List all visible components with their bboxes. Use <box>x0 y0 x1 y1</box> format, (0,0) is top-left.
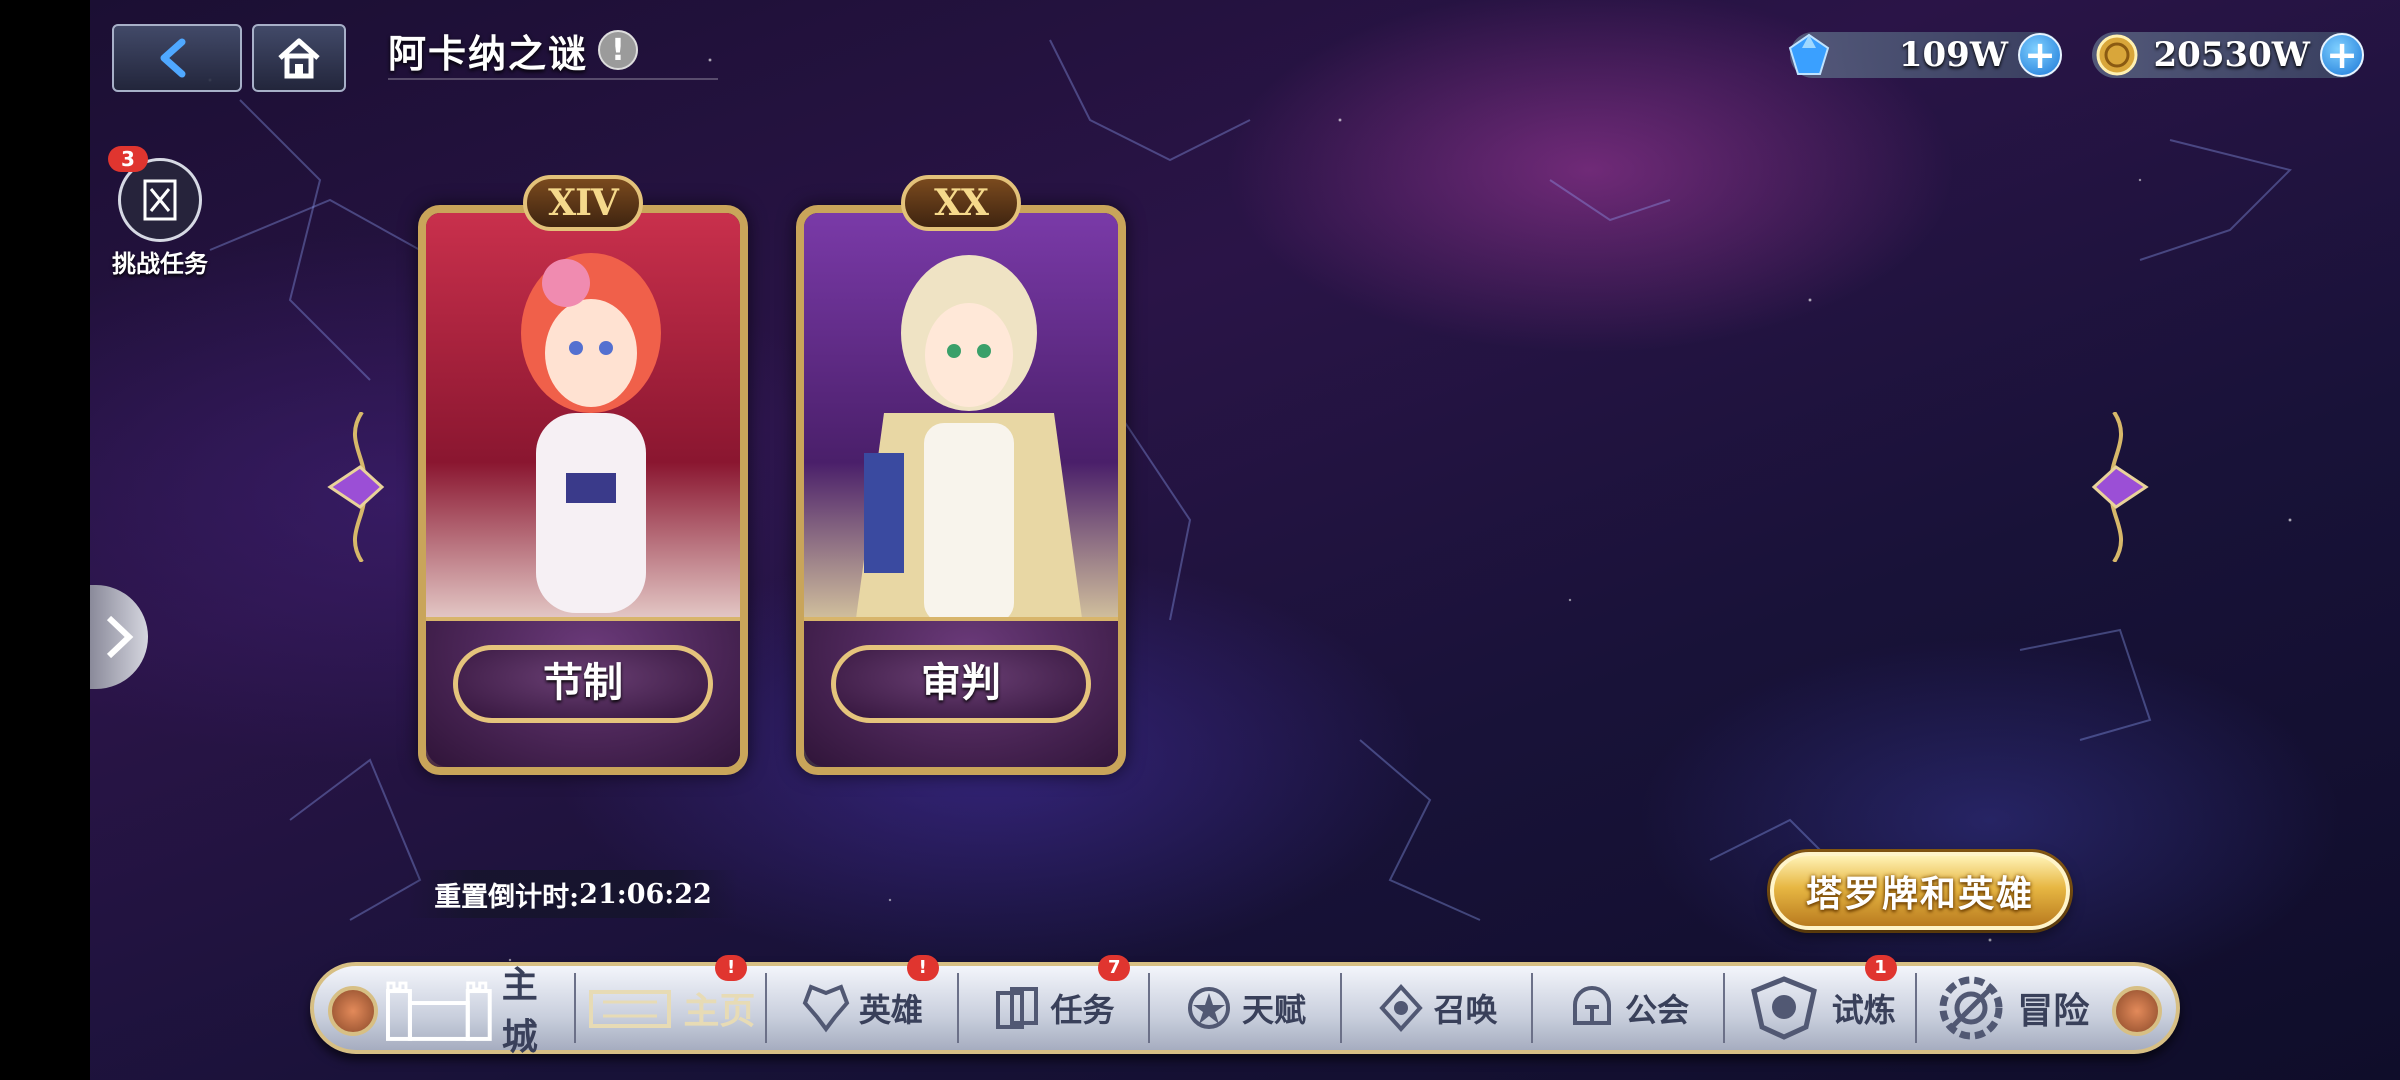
bottom-nav-bar: 主城 ! 主页 ! 英雄 7 任务 天赋 召唤 公会 1 试炼 冒险 <box>310 955 2180 1058</box>
hero-wings-icon <box>802 984 850 1033</box>
info-icon[interactable]: ! <box>598 30 639 70</box>
countdown-label: 重置倒计时: <box>434 881 580 913</box>
ornate-arrow-left-icon <box>327 410 385 564</box>
nav-badge: ! <box>715 955 748 981</box>
quest-cards-icon <box>996 987 1039 1029</box>
countdown-time: 21:06:22 <box>579 878 712 910</box>
tarot-card-judgement[interactable]: XX 审判 <box>796 165 1126 785</box>
nav-summon[interactable]: 召唤 <box>1342 973 1534 1043</box>
tarot-card-temperance[interactable]: XIV 节制 <box>418 165 748 785</box>
gold-value: 20530W <box>2153 35 2310 75</box>
hero-silhouette <box>854 255 1084 633</box>
reset-countdown: 重置倒计时: 21:06:22 <box>408 870 738 918</box>
nav-cap-right <box>2112 986 2162 1036</box>
tarot-heroes-button[interactable]: 塔罗牌和英雄 <box>1770 852 2070 930</box>
nav-label: 冒险 <box>2017 990 2090 1032</box>
card-name: 审判 <box>831 645 1091 723</box>
talent-star-icon <box>1188 987 1231 1029</box>
prev-arrow-button[interactable] <box>322 410 392 564</box>
nav-label: 召唤 <box>1433 991 1498 1029</box>
nav-badge: ! <box>906 955 939 981</box>
gem-counter: 109W + <box>1788 32 2062 78</box>
hero-silhouette <box>521 253 661 613</box>
next-arrow-button[interactable] <box>2084 410 2154 564</box>
gold-coin-icon <box>2096 34 2138 76</box>
nav-label: 任务 <box>1050 991 1115 1029</box>
nav-label: 主城 <box>501 964 538 1058</box>
guild-helmet-icon <box>1573 986 1612 1025</box>
card-numeral: XIV <box>523 175 643 231</box>
page-title: 阿卡纳之谜 <box>388 30 589 76</box>
nav-label: 公会 <box>1625 991 1690 1029</box>
add-gems-button[interactable]: + <box>2018 33 2062 77</box>
home-button[interactable] <box>252 24 346 92</box>
back-button[interactable] <box>112 24 242 92</box>
castle-icon <box>385 981 492 1041</box>
nav-cap-left <box>328 986 378 1036</box>
nav-quests[interactable]: 7 任务 <box>959 955 1151 1043</box>
back-arrow-icon <box>160 38 186 78</box>
trial-crest-icon <box>1750 976 1817 1040</box>
home-icon <box>278 38 320 79</box>
blue-gem-icon <box>1788 33 1830 75</box>
nav-heroes[interactable]: ! 英雄 <box>767 955 959 1043</box>
nav-badge: 1 <box>1864 955 1897 981</box>
banner-icon <box>589 990 672 1028</box>
nav-label: 天赋 <box>1242 991 1307 1029</box>
nav-label: 主页 <box>683 990 756 1032</box>
page-title-bar: 阿卡纳之谜 ! <box>388 22 719 80</box>
chevron-right-icon <box>106 615 134 659</box>
card-numeral: XX <box>901 175 1021 231</box>
gem-value: 109W <box>1898 35 2008 75</box>
card-name: 节制 <box>453 645 713 723</box>
gold-counter: 20530W + <box>2092 32 2364 78</box>
ornate-arrow-right-icon <box>2091 410 2149 564</box>
nav-main-city[interactable]: 主城 <box>384 964 576 1058</box>
quest-label: 挑战任务 <box>112 249 208 278</box>
nav-adventure[interactable]: 冒险 <box>1917 973 2107 1043</box>
nav-guild[interactable]: 公会 <box>1533 973 1725 1043</box>
nav-talent[interactable]: 天赋 <box>1150 973 1342 1043</box>
summon-crystal-icon <box>1378 984 1423 1032</box>
add-gold-button[interactable]: + <box>2320 33 2364 77</box>
nav-label: 试炼 <box>1831 991 1896 1029</box>
adventure-gear-icon <box>1939 976 2003 1040</box>
nav-label: 英雄 <box>858 991 923 1029</box>
quest-badge: 3 <box>108 146 148 172</box>
nav-home[interactable]: ! 主页 <box>576 955 768 1043</box>
scroll-sword-icon <box>143 179 177 221</box>
challenge-quest-button[interactable]: 3 挑战任务 <box>108 146 210 279</box>
nav-trial[interactable]: 1 试炼 <box>1725 955 1917 1043</box>
nav-badge: 7 <box>1098 955 1131 981</box>
